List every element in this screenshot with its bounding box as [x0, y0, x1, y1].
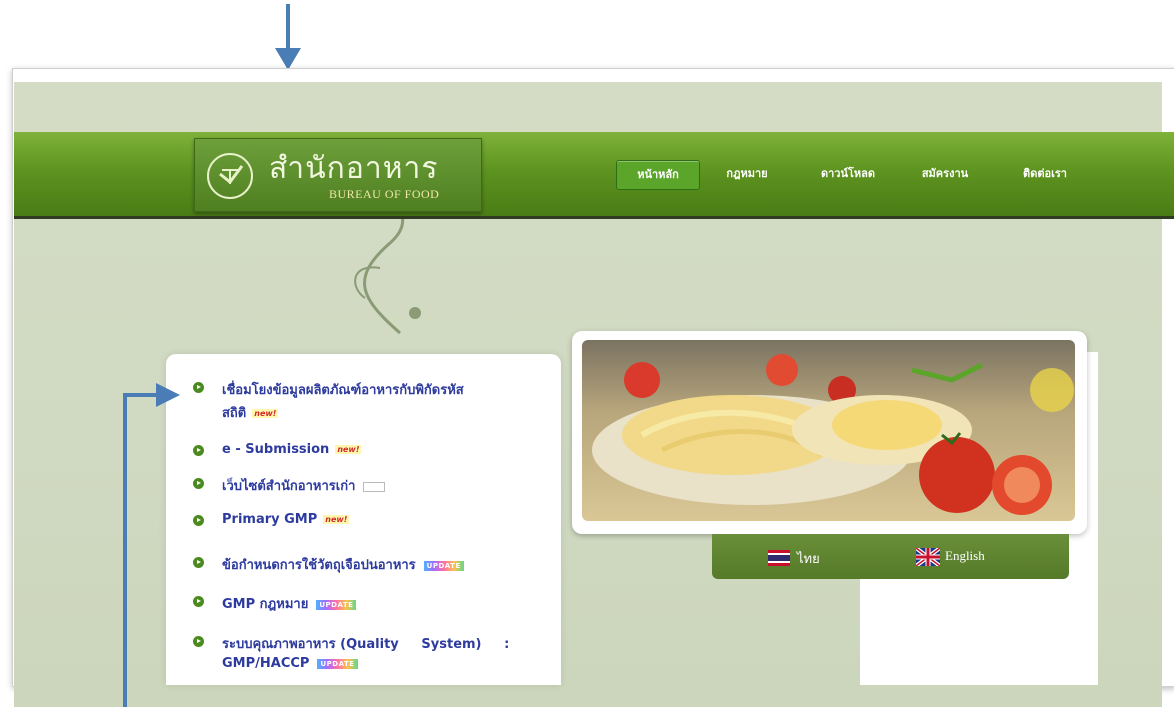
nav-download[interactable]: ดาวน์โหลด	[808, 160, 888, 188]
bullet-icon	[193, 557, 204, 568]
menu-item-e-submission[interactable]: e - Submission new!	[222, 442, 362, 457]
nav-jobs[interactable]: สมัครงาน	[910, 160, 980, 188]
annotation-arrowhead-right	[156, 383, 180, 407]
logo-thai-name: สำนักอาหาร	[269, 151, 439, 186]
menu-item-quality-system[interactable]: ระบบคุณภาพอาหาร (Quality System) : GMP/H…	[222, 633, 552, 671]
update-badge: UPDATE	[316, 599, 357, 610]
logo-english-name: BUREAU OF FOOD	[329, 187, 440, 201]
bullet-icon	[193, 636, 204, 647]
blank-badge	[363, 481, 386, 492]
main-navigation-bar	[14, 132, 1174, 219]
bullet-icon	[193, 382, 204, 393]
bullet-icon	[193, 515, 204, 526]
uk-flag-icon[interactable]	[916, 548, 940, 566]
menu-item-food-product-link[interactable]: เชื่อมโยงข้อมูลผลิตภัณฑ์อาหารกับพิกัดรหั…	[222, 379, 542, 423]
nav-contact[interactable]: ติดต่อเรา	[1010, 160, 1080, 188]
site-logo[interactable]: สำนักอาหาร BUREAU OF FOOD	[194, 138, 482, 212]
menu-item-gmp-law[interactable]: GMP กฎหมาย UPDATE	[222, 593, 357, 614]
menu-item-old-website[interactable]: เว็บไซต์สำนักอาหารเก่า	[222, 475, 386, 496]
language-thai-link[interactable]: ไทย	[797, 548, 820, 569]
update-badge: UPDATE	[317, 658, 358, 669]
nav-home[interactable]: หน้าหลัก	[616, 160, 700, 190]
new-badge: new!	[252, 409, 279, 418]
logo-emblem-icon	[207, 153, 253, 199]
annotation-arrow-bottom	[123, 395, 127, 707]
menu-item-primary-gmp[interactable]: Primary GMP new!	[222, 512, 350, 527]
menu-item-food-additives[interactable]: ข้อกำหนดการใช้วัตถุเจือปนอาหาร UPDATE	[222, 554, 464, 575]
new-badge: new!	[335, 445, 362, 454]
language-english-link[interactable]: English	[945, 548, 985, 564]
bullet-icon	[193, 445, 204, 456]
bullet-icon	[193, 478, 204, 489]
thai-flag-icon[interactable]	[768, 550, 790, 566]
food-banner-image	[582, 340, 1075, 521]
bullet-icon	[193, 596, 204, 607]
update-badge: UPDATE	[423, 560, 464, 571]
nav-law[interactable]: กฎหมาย	[714, 160, 780, 188]
language-bar	[712, 534, 1069, 579]
new-badge: new!	[323, 515, 350, 524]
